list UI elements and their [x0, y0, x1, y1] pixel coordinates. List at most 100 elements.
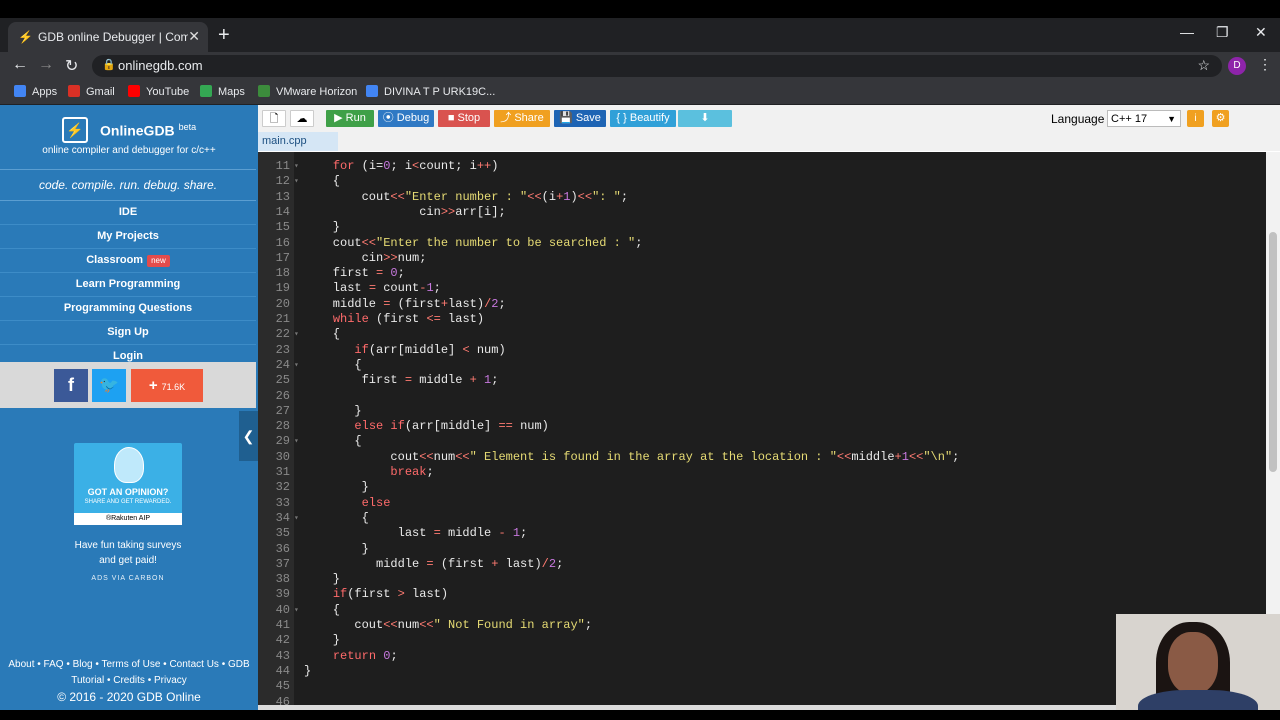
bookmark-docs[interactable]: DIVINA T P URK19C... [366, 85, 495, 98]
fold-arrow-icon[interactable]: ▾ [294, 174, 299, 189]
restore-button[interactable]: ❐ [1216, 24, 1229, 41]
code-line[interactable]: 11 ▾ for (i=0; i<count; i++) [258, 159, 1266, 174]
code-line[interactable]: 26 [258, 389, 1266, 404]
line-number: 24 [275, 357, 290, 372]
sidebar-item-classroom[interactable]: Classroom new [0, 249, 256, 273]
code-line[interactable]: 14 cin>>arr[i]; [258, 205, 1266, 220]
code-line[interactable]: 38 } [258, 572, 1266, 587]
info-icon[interactable]: i [1187, 110, 1204, 127]
code-line[interactable]: 35 last = middle - 1; [258, 526, 1266, 541]
code-line[interactable]: 15 } [258, 220, 1266, 235]
line-number: 34 [275, 510, 290, 525]
code-text: { [304, 327, 341, 342]
fold-arrow-icon[interactable]: ▾ [294, 159, 299, 174]
bookmark-gmail[interactable]: Gmail [68, 85, 115, 98]
code-line[interactable]: 43 return 0; [258, 649, 1266, 664]
fold-arrow-icon[interactable]: ▾ [294, 358, 299, 373]
code-line[interactable]: 27 } [258, 404, 1266, 419]
sidebar-item-ide[interactable]: IDE [0, 201, 256, 225]
code-line[interactable]: 36 } [258, 542, 1266, 557]
code-line[interactable]: 29 ▾ { [258, 434, 1266, 449]
code-line[interactable]: 12 ▾ { [258, 174, 1266, 189]
ads-via-carbon[interactable]: ADS VIA CARBON [0, 575, 256, 582]
forward-arrow-icon[interactable]: → [38, 56, 54, 74]
bookmark-apps[interactable]: Apps [14, 85, 57, 98]
profile-avatar[interactable]: D [1228, 57, 1246, 75]
footer-links-2[interactable]: Tutorial • Credits • Privacy [0, 673, 258, 689]
tab-main-cpp[interactable]: main.cpp [258, 132, 338, 151]
facebook-share-button[interactable]: f [54, 369, 88, 402]
stop-button[interactable]: ■ Stop [438, 110, 490, 127]
code-line[interactable]: 37 middle = (first + last)/2; [258, 557, 1266, 572]
close-window-button[interactable]: ✕ [1255, 24, 1267, 41]
code-line[interactable]: 39 if(first > last) [258, 587, 1266, 602]
code-line[interactable]: 21 while (first <= last) [258, 312, 1266, 327]
bookmark-maps[interactable]: Maps [200, 85, 245, 98]
code-line[interactable]: 31 break; [258, 465, 1266, 480]
reload-icon[interactable]: ↻ [65, 56, 78, 76]
close-tab-icon[interactable]: ✕ [188, 28, 200, 45]
upload-button[interactable]: ☁ [290, 110, 314, 127]
bookmark-star-icon[interactable]: ☆ [1197, 57, 1210, 74]
share-count-button[interactable]: +71.6K [131, 369, 203, 402]
download-button[interactable]: ⬇ [678, 110, 732, 127]
code-line[interactable]: 32 } [258, 480, 1266, 495]
code-line[interactable]: 17 cin>>num; [258, 251, 1266, 266]
brand-name[interactable]: OnlineGDB beta [100, 122, 196, 139]
ad-image[interactable]: GOT AN OPINION? SHARE AND GET REWARDED. … [74, 443, 182, 525]
sidebar-item-sign-up[interactable]: Sign Up [0, 321, 256, 345]
beautify-button[interactable]: { } Beautify [610, 110, 676, 127]
code-line[interactable]: 45 [258, 679, 1266, 694]
gear-icon[interactable]: ⚙ [1212, 110, 1229, 127]
code-line[interactable]: 42 } [258, 633, 1266, 648]
fold-arrow-icon[interactable]: ▾ [294, 434, 299, 449]
fold-arrow-icon[interactable]: ▾ [294, 603, 299, 618]
code-editor[interactable]: 11 ▾ for (i=0; i<count; i++) 12 ▾ {13 cout<… [258, 152, 1266, 705]
sidebar-item-learn-programming[interactable]: Learn Programming [0, 273, 256, 297]
line-number: 15 [275, 220, 290, 235]
new-file-button[interactable]: 🗋 [262, 110, 286, 127]
line-number: 41 [275, 618, 290, 632]
fold-arrow-icon[interactable]: ▾ [294, 327, 299, 342]
code-line[interactable]: 22 ▾ { [258, 327, 1266, 342]
code-line[interactable]: 41 cout<<num<<" Not Found in array"; [258, 618, 1266, 633]
code-line[interactable]: 13 cout<<"Enter number : "<<(i+1)<<": "; [258, 190, 1266, 205]
code-line[interactable]: 23 if(arr[middle] < num) [258, 343, 1266, 358]
code-line[interactable]: 44} [258, 664, 1266, 679]
sidebar-item-my-projects[interactable]: My Projects [0, 225, 256, 249]
footer-links[interactable]: About • FAQ • Blog • Terms of Use • Cont… [0, 657, 258, 673]
code-line[interactable]: 30 cout<<num<<" Element is found in the … [258, 450, 1266, 465]
code-line[interactable]: 40 ▾ { [258, 603, 1266, 618]
code-line[interactable]: 20 middle = (first+last)/2; [258, 297, 1266, 312]
language-select[interactable]: C++ 17 ▼ [1107, 110, 1181, 127]
code-line[interactable]: 24 ▾ { [258, 358, 1266, 373]
code-line[interactable]: 28 else if(arr[middle] == num) [258, 419, 1266, 434]
fold-arrow-icon[interactable]: ▾ [294, 511, 299, 526]
twitter-share-button[interactable]: 🐦 [92, 369, 126, 402]
code-line[interactable]: 18 first = 0; [258, 266, 1266, 281]
debug-button[interactable]: ⦿ Debug [378, 110, 434, 127]
bookmark-vmware-horizon[interactable]: VMware Horizon [258, 85, 357, 98]
code-line[interactable]: 34 ▾ { [258, 511, 1266, 526]
save-button[interactable]: 💾 Save [554, 110, 606, 127]
browser-tab[interactable]: ⚡ GDB online Debugger | Compiler ✕ [8, 22, 208, 52]
back-arrow-icon[interactable]: ← [12, 56, 28, 74]
sidebar-item-programming-questions[interactable]: Programming Questions [0, 297, 256, 321]
line-number: 46 [275, 694, 290, 706]
share-button[interactable]: ⤴ Share [494, 110, 550, 127]
ad-text[interactable]: Have fun taking surveys and get paid! [0, 538, 256, 568]
bookmark-youtube[interactable]: YouTube [128, 85, 189, 98]
browser-menu-icon[interactable]: ⋮ [1258, 56, 1272, 73]
code-line[interactable]: 33 else [258, 496, 1266, 511]
code-line[interactable]: 19 last = count-1; [258, 281, 1266, 296]
code-line[interactable]: 16 cout<<"Enter the number to be searche… [258, 236, 1266, 251]
run-button[interactable]: ▶ Run [326, 110, 374, 127]
address-bar[interactable]: 🔒 onlinegdb.com ☆ [92, 55, 1222, 77]
beta-label: beta [178, 122, 197, 132]
new-tab-button[interactable]: + [218, 24, 230, 47]
scrollbar-thumb[interactable] [1269, 232, 1277, 472]
minimize-button[interactable]: — [1180, 24, 1194, 40]
code-line[interactable]: 25 first = middle + 1; [258, 373, 1266, 388]
code-line[interactable]: 46 [258, 695, 1266, 706]
code-text: { [304, 510, 369, 525]
